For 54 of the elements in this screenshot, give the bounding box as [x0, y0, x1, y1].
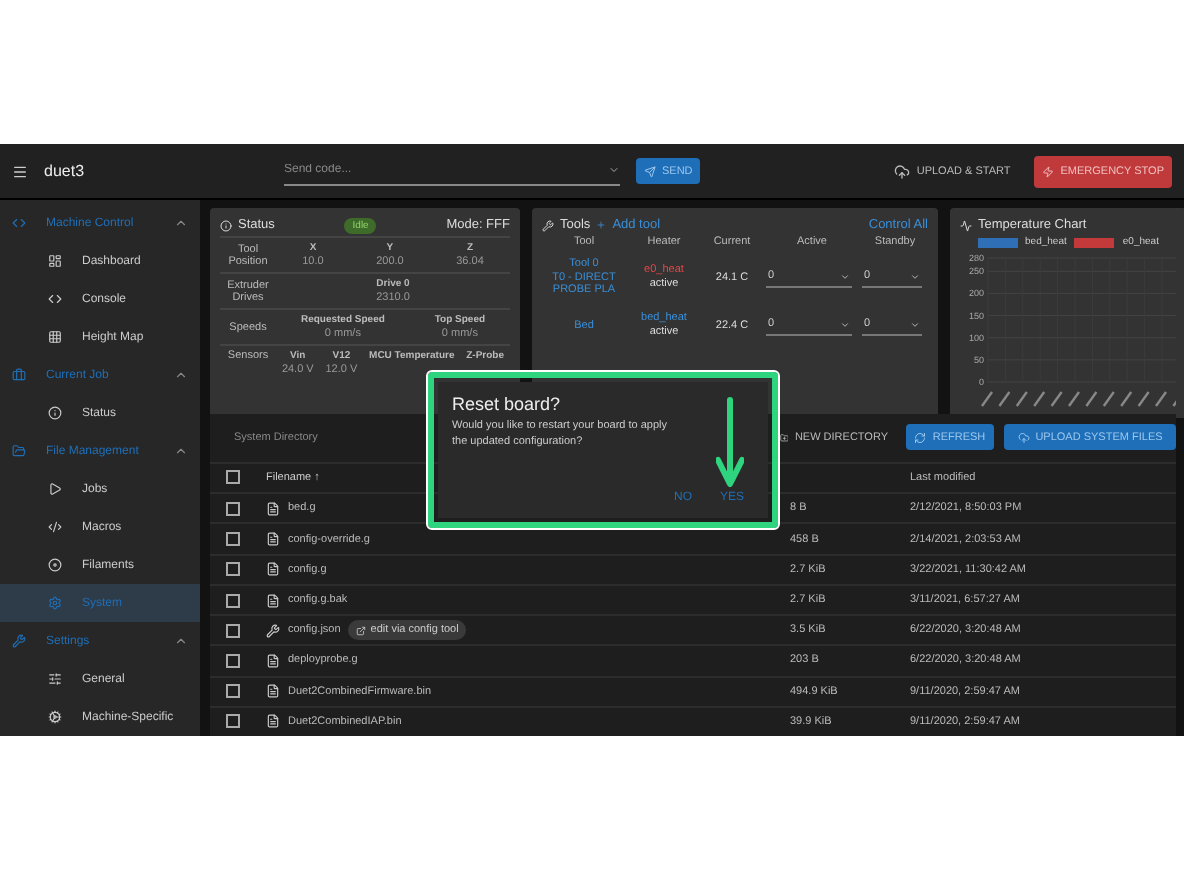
checkbox[interactable]	[225, 562, 239, 577]
code-icon	[12, 216, 26, 230]
menu-icon[interactable]	[12, 163, 28, 179]
send-icon	[644, 165, 656, 177]
folder-icon	[12, 444, 26, 458]
chevron-up-icon[interactable]	[174, 368, 188, 382]
file-icon	[266, 653, 280, 668]
folder-plus-icon	[780, 431, 789, 444]
cloud-upload-icon	[894, 163, 911, 179]
briefcase-icon	[12, 368, 26, 382]
dropdown-icon	[910, 271, 920, 281]
sliders-icon	[48, 672, 62, 686]
checkbox[interactable]	[225, 470, 239, 485]
external-link-icon	[356, 625, 367, 636]
file-icon	[266, 684, 280, 699]
dropdown-icon	[840, 319, 850, 329]
wrench-icon	[266, 623, 280, 638]
chevron-up-icon[interactable]	[174, 216, 188, 230]
file-icon	[266, 562, 280, 577]
file-icon	[266, 501, 280, 516]
dashboard-icon	[48, 254, 62, 268]
wrench-icon	[542, 219, 554, 231]
checkbox[interactable]	[225, 684, 239, 699]
checkbox[interactable]	[225, 501, 239, 516]
info-icon	[48, 406, 62, 420]
chevron-up-icon[interactable]	[174, 634, 188, 648]
cog-icon	[48, 710, 62, 724]
dropdown-icon	[840, 271, 850, 281]
play-icon	[48, 482, 62, 496]
dropdown-icon[interactable]	[608, 164, 620, 176]
dialog-title: Reset board?	[452, 394, 563, 414]
disc-icon	[48, 558, 62, 572]
arrow-icon	[716, 396, 744, 492]
file-icon	[266, 714, 280, 729]
file-icon	[266, 532, 280, 547]
chart-icon	[960, 219, 972, 231]
code-icon	[48, 520, 62, 534]
code-icon	[48, 292, 62, 306]
checkbox[interactable]	[225, 593, 239, 607]
chevron-up-icon[interactable]	[174, 444, 188, 458]
wrench-icon	[12, 634, 26, 648]
grid-icon	[48, 330, 62, 344]
checkbox[interactable]	[225, 623, 239, 638]
app-title: duet3	[44, 162, 87, 180]
refresh-icon	[914, 431, 927, 444]
checkbox[interactable]	[225, 653, 239, 668]
cloud-upload-icon	[1017, 431, 1030, 444]
checkbox[interactable]	[225, 532, 239, 547]
file-icon	[266, 593, 280, 607]
dropdown-icon	[910, 319, 920, 329]
checkbox[interactable]	[225, 714, 239, 729]
settings-icon	[48, 596, 62, 610]
lightning-icon	[1042, 165, 1055, 177]
info-icon	[220, 219, 232, 231]
